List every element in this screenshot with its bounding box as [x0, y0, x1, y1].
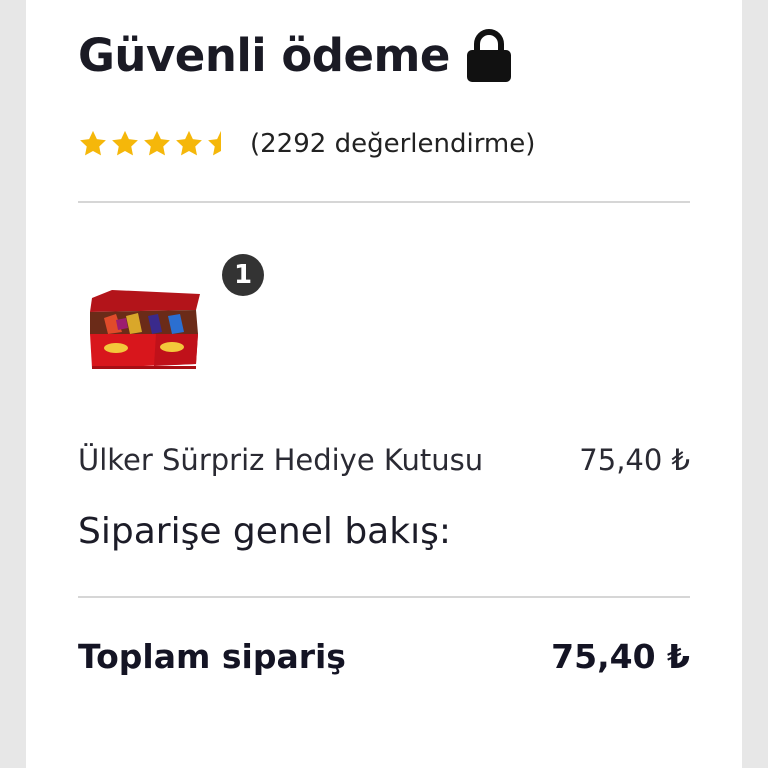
- lock-icon: [466, 29, 511, 82]
- total-label: Toplam sipariş: [78, 637, 346, 676]
- review-count[interactable]: (2292 değerlendirme): [250, 124, 535, 164]
- quantity-badge: 1: [222, 254, 264, 296]
- divider: [78, 596, 690, 598]
- header: Güvenli ödeme: [78, 26, 514, 86]
- order-total-row: Toplam sipariş 75,40 ₺: [78, 630, 690, 684]
- star-icon: [144, 130, 170, 156]
- star-icon: [112, 130, 138, 156]
- product-price: 75,40 ₺: [579, 443, 690, 477]
- product-thumbnail: 1: [86, 254, 264, 388]
- product-name: Ülker Sürpriz Hediye Kutusu: [78, 443, 484, 477]
- product-gift-box-image: [90, 290, 200, 369]
- checkout-card: Güvenli ödeme (2292 değerlendirme) 1 Ülk…: [26, 0, 742, 768]
- total-value: 75,40 ₺: [551, 637, 690, 676]
- star-icon: [80, 130, 106, 156]
- rating[interactable]: (2292 değerlendirme): [78, 124, 535, 164]
- divider: [78, 201, 690, 203]
- half-star-icon: [208, 130, 221, 156]
- star-rating: [78, 129, 236, 159]
- page-title: Güvenli ödeme: [78, 29, 450, 82]
- order-summary-heading: Siparişe genel bakış:: [78, 511, 451, 552]
- order-item-row: Ülker Sürpriz Hediye Kutusu 75,40 ₺: [78, 438, 690, 482]
- star-icon: [176, 130, 202, 156]
